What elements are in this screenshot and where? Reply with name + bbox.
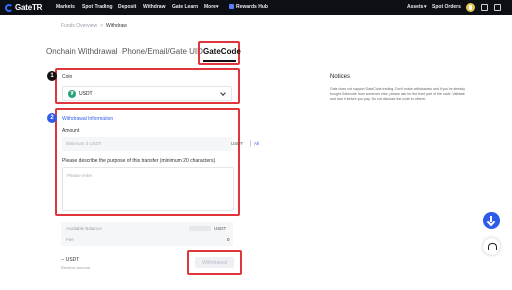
tab-phone-email-uid[interactable]: Phone/Email/Gate UID — [122, 47, 203, 56]
coin-label: Coin — [62, 74, 73, 80]
amount-divider — [250, 140, 251, 147]
receive-amount-label: Receive Amount — [61, 265, 91, 270]
notices-title: Notices — [330, 74, 351, 80]
fee-value: 0 — [227, 237, 230, 242]
logo-text: GateTR — [15, 3, 43, 12]
receive-amount: -- USDT — [61, 257, 80, 263]
usdt-icon: ₮ — [68, 90, 76, 98]
breadcrumb-funds-overview[interactable]: Funds Overview — [61, 23, 97, 29]
amount-unit: USDT — [231, 141, 244, 146]
purpose-textarea[interactable]: Please enter — [62, 167, 234, 211]
balance-panel: Available Balance USDT Fee 0 — [61, 222, 233, 246]
breadcrumb-separator: > — [100, 23, 104, 29]
coin-select[interactable]: ₮ USDT — [62, 86, 232, 101]
amount-input[interactable]: Minimum 3 USDT USDT All — [62, 137, 259, 151]
nav-assets[interactable]: Assets — [407, 4, 423, 10]
amount-placeholder: Minimum 3 USDT — [66, 141, 102, 146]
breadcrumb: Funds Overview > Withdraw — [61, 23, 127, 29]
available-balance-unit: USDT — [214, 226, 227, 231]
withdraw-button[interactable]: Withdrawal — [195, 257, 234, 268]
fee-label: Fee — [66, 237, 74, 242]
coin-selected-value: USDT — [79, 91, 93, 97]
step-badge-2: 2 — [47, 113, 57, 123]
purpose-placeholder: Please enter — [67, 173, 93, 178]
breadcrumb-current: Withdraw — [106, 23, 127, 29]
tab-onchain-withdrawal[interactable]: Onchain Withdrawal — [46, 47, 118, 56]
support-headset-icon[interactable] — [483, 238, 500, 255]
chevron-down-icon: ▾ — [424, 4, 427, 10]
active-tab-underline — [203, 60, 236, 62]
purpose-label: Please describe the purpose of this tran… — [62, 158, 216, 164]
download-float-button[interactable] — [483, 212, 500, 229]
tab-gatecode[interactable]: GateCode — [203, 47, 241, 56]
download-icon[interactable] — [481, 4, 488, 11]
chevron-down-icon — [220, 90, 226, 96]
rewards-label: Rewards Hub — [236, 4, 268, 10]
nav-withdraw[interactable]: Withdraw — [143, 4, 165, 10]
nav-spot-trading[interactable]: Spot Trading — [82, 4, 113, 10]
gate-logo[interactable]: GateTR — [5, 2, 42, 13]
nav-more[interactable]: More — [204, 4, 216, 10]
nav-spot-orders[interactable]: Spot Orders — [432, 4, 461, 10]
top-nav: GateTR Markets Spot Trading Deposit With… — [0, 0, 512, 15]
withdrawal-info-title: Withdrawal Information — [62, 116, 114, 122]
gift-icon — [229, 4, 234, 9]
available-balance-label: Available Balance — [66, 226, 102, 231]
notices-text: Gate does not support GateCode trading. … — [330, 87, 465, 101]
avatar[interactable] — [466, 3, 475, 12]
nav-rewards-hub[interactable]: Rewards Hub — [229, 4, 268, 10]
nav-deposit[interactable]: Deposit — [118, 4, 136, 10]
nav-gate-learn[interactable]: Gate Learn — [172, 4, 198, 10]
logo-icon — [5, 3, 13, 12]
chevron-down-icon: ▾ — [216, 4, 219, 10]
step-badge-1: 1 — [47, 71, 57, 81]
settings-icon[interactable] — [494, 4, 501, 11]
available-balance-value — [189, 226, 211, 231]
withdraw-button-highlight: Withdrawal — [187, 250, 242, 275]
amount-label: Amount — [62, 128, 80, 134]
all-button[interactable]: All — [254, 141, 259, 146]
nav-markets[interactable]: Markets — [56, 4, 75, 10]
